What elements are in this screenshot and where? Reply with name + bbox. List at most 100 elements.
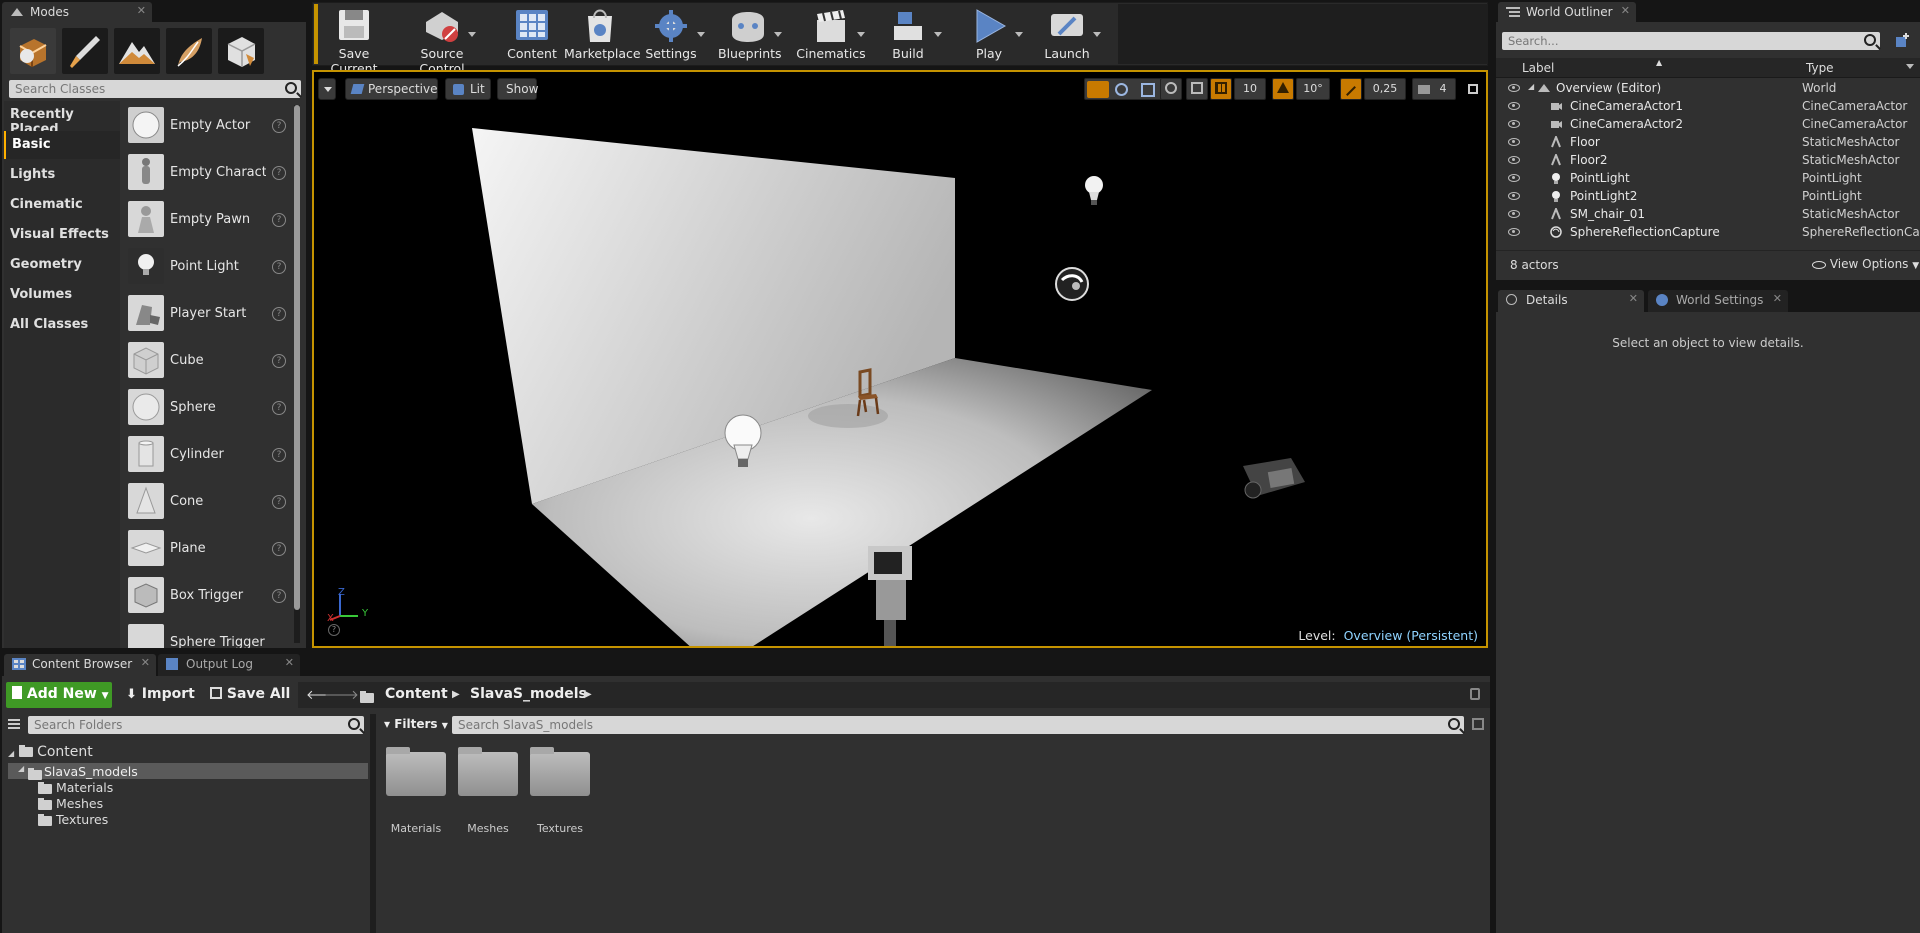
tab-output-log[interactable]: Output Log ✕ bbox=[158, 654, 300, 676]
outliner-row[interactable]: CineCameraActor2 CineCameraActor bbox=[1502, 115, 1920, 133]
tab-content-browser[interactable]: Content Browser ✕ bbox=[4, 654, 156, 676]
close-icon[interactable]: ✕ bbox=[137, 4, 146, 17]
scale-tool-icon[interactable] bbox=[1141, 83, 1155, 97]
class-item-empty-character[interactable]: Empty Character ? bbox=[124, 151, 290, 197]
category-recently-placed[interactable]: Recently Placed bbox=[4, 101, 120, 137]
grid-snap-toggle[interactable] bbox=[1210, 78, 1232, 100]
asset-folder-meshes[interactable] bbox=[458, 747, 518, 796]
help-icon[interactable]: ? bbox=[272, 354, 286, 368]
add-new-button[interactable]: Add New ▼ bbox=[6, 682, 112, 708]
eye-icon[interactable] bbox=[1508, 84, 1520, 92]
eye-icon[interactable] bbox=[1508, 120, 1520, 128]
help-icon[interactable]: ? bbox=[272, 401, 286, 415]
blueprints-button[interactable]: Blueprints bbox=[718, 6, 782, 64]
view-options-button[interactable]: View Options ▼ bbox=[1812, 257, 1919, 271]
maximize-viewport-icon[interactable] bbox=[1468, 84, 1478, 94]
search-assets-input[interactable]: Search SlavaS_models bbox=[452, 716, 1464, 734]
category-lights[interactable]: Lights bbox=[4, 161, 120, 189]
lock-icon[interactable] bbox=[1470, 688, 1480, 700]
build-button[interactable]: Build bbox=[886, 6, 942, 64]
outliner-row[interactable]: SM_chair_01 StaticMeshActor bbox=[1502, 205, 1920, 223]
viewport-help-icon[interactable]: ? bbox=[328, 624, 340, 636]
sources-toggle-icon[interactable] bbox=[8, 718, 20, 730]
expand-arrow-icon[interactable]: ◢ bbox=[1528, 82, 1534, 91]
chevron-down-icon[interactable] bbox=[1906, 64, 1914, 69]
search-classes-input[interactable]: Search Classes bbox=[9, 80, 301, 98]
forward-arrow-icon[interactable]: 🡒 bbox=[324, 687, 359, 703]
help-icon[interactable]: ? bbox=[272, 448, 286, 462]
tree-item-textures[interactable]: Textures bbox=[38, 812, 108, 827]
settings-button[interactable]: Settings bbox=[644, 6, 705, 64]
chevron-down-icon[interactable] bbox=[857, 32, 865, 37]
point-light2-bulb-icon[interactable] bbox=[1082, 174, 1106, 208]
outliner-row[interactable]: Floor StaticMeshActor bbox=[1502, 133, 1920, 151]
add-filter-icon[interactable] bbox=[1894, 33, 1910, 49]
category-volumes[interactable]: Volumes bbox=[4, 281, 120, 309]
class-item-cylinder[interactable]: Cylinder ? bbox=[124, 433, 290, 479]
category-geometry[interactable]: Geometry bbox=[4, 251, 120, 279]
help-icon[interactable]: ? bbox=[272, 119, 286, 133]
tab-world-outliner[interactable]: World Outliner ✕ bbox=[1498, 2, 1636, 22]
scale-snap-value[interactable]: 0,25 bbox=[1364, 78, 1406, 100]
translate-tool-icon[interactable] bbox=[1087, 81, 1109, 98]
chevron-down-icon[interactable] bbox=[934, 32, 942, 37]
source-control-button[interactable]: Source Control bbox=[398, 6, 486, 76]
geometry-mode-button[interactable] bbox=[218, 28, 264, 74]
perspective-button[interactable]: Perspective bbox=[345, 78, 438, 100]
close-icon[interactable]: ✕ bbox=[285, 656, 294, 669]
filters-button[interactable]: ▾ Filters ▼ bbox=[384, 717, 448, 731]
help-icon[interactable]: ? bbox=[272, 213, 286, 227]
level-viewport[interactable]: X Y Z ? Level: Overview (Persistent) bbox=[312, 70, 1488, 648]
class-item-cube[interactable]: Cube ? bbox=[124, 339, 290, 385]
content-button[interactable]: Content bbox=[504, 6, 560, 64]
tree-item-selected[interactable]: ◢ SlavaS_models bbox=[8, 763, 368, 780]
tree-item-meshes[interactable]: Meshes bbox=[38, 796, 103, 811]
rotation-snap-toggle[interactable] bbox=[1272, 78, 1294, 100]
close-icon[interactable]: ✕ bbox=[1629, 292, 1638, 305]
cine-camera-actor1-icon[interactable] bbox=[862, 544, 918, 648]
world-local-toggle[interactable] bbox=[1160, 78, 1182, 100]
close-icon[interactable]: ✕ bbox=[141, 656, 150, 669]
class-list-scrollbar-thumb[interactable] bbox=[294, 105, 300, 610]
tab-modes[interactable]: Modes ✕ bbox=[2, 2, 152, 22]
eye-icon[interactable] bbox=[1508, 138, 1520, 146]
outliner-row[interactable]: SphereReflectionCapture SphereReflection… bbox=[1502, 223, 1920, 241]
class-item-player-start[interactable]: Player Start ? bbox=[124, 292, 290, 338]
rotation-snap-value[interactable]: 10° bbox=[1296, 78, 1330, 100]
help-icon[interactable]: ? bbox=[272, 589, 286, 603]
landscape-mode-button[interactable] bbox=[114, 28, 160, 74]
import-button[interactable]: ⬇ Import bbox=[120, 682, 201, 707]
eye-icon[interactable] bbox=[1508, 192, 1520, 200]
help-icon[interactable]: ? bbox=[272, 260, 286, 274]
breadcrumb-content[interactable]: Content bbox=[385, 686, 448, 702]
show-button[interactable]: Show bbox=[497, 78, 538, 100]
cine-camera-actor2-icon[interactable] bbox=[1239, 456, 1311, 508]
outliner-row[interactable]: Floor2 StaticMeshActor bbox=[1502, 151, 1920, 169]
chevron-down-icon[interactable] bbox=[1015, 32, 1023, 37]
class-item-empty-actor[interactable]: Empty Actor ? bbox=[124, 104, 290, 150]
breadcrumb-separator-icon[interactable]: ▶ bbox=[584, 689, 592, 700]
chevron-down-icon[interactable] bbox=[1093, 32, 1101, 37]
eye-icon[interactable] bbox=[1508, 102, 1520, 110]
help-icon[interactable]: ? bbox=[272, 307, 286, 321]
outliner-search-input[interactable]: Search... bbox=[1502, 32, 1880, 50]
asset-folder-materials[interactable] bbox=[386, 747, 446, 796]
launch-button[interactable]: Launch bbox=[1042, 6, 1101, 64]
class-item-sphere-trigger[interactable]: Sphere Trigger bbox=[124, 621, 290, 648]
class-item-empty-pawn[interactable]: Empty Pawn ? bbox=[124, 198, 290, 244]
tree-root-content[interactable]: ◢ Content bbox=[8, 744, 93, 760]
marketplace-button[interactable]: Marketplace bbox=[564, 6, 641, 64]
eye-icon[interactable] bbox=[1508, 228, 1520, 236]
paint-mode-button[interactable] bbox=[62, 28, 108, 74]
surface-snap-toggle[interactable] bbox=[1186, 78, 1208, 100]
tab-details[interactable]: Details ✕ bbox=[1498, 290, 1644, 312]
tree-item-materials[interactable]: Materials bbox=[38, 780, 113, 795]
help-icon[interactable]: ? bbox=[272, 495, 286, 509]
help-icon[interactable]: ? bbox=[272, 166, 286, 180]
search-folders-input[interactable]: Search Folders bbox=[28, 716, 364, 734]
expand-arrow-icon[interactable]: ◢ bbox=[8, 749, 14, 758]
category-basic[interactable]: Basic bbox=[4, 131, 120, 159]
category-visual-effects[interactable]: Visual Effects bbox=[4, 221, 120, 249]
chair-mesh-icon[interactable] bbox=[852, 368, 882, 418]
column-label-header[interactable]: Label bbox=[1522, 61, 1554, 75]
